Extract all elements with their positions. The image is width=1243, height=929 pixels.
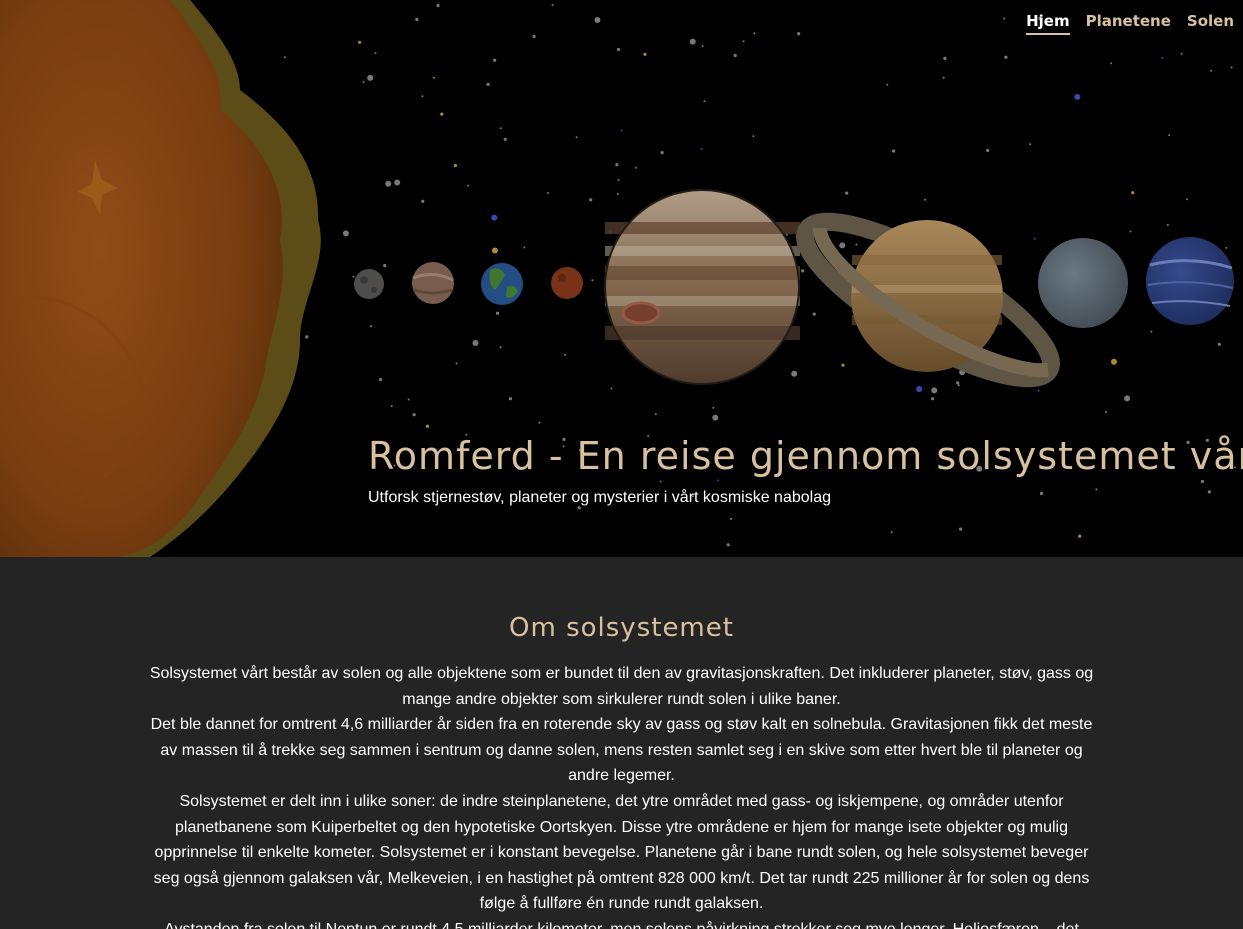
about-paragraph: Solsystemet er delt inn i ulike soner: d… — [153, 792, 1090, 913]
about-section: Om solsystemet Solsystemet vårt består a… — [0, 557, 1243, 929]
main-navigation: Hjem Planetene Solen — [1026, 12, 1234, 35]
nav-link-hjem[interactable]: Hjem — [1026, 12, 1070, 35]
nav-link-solen[interactable]: Solen — [1187, 12, 1234, 35]
about-heading: Om solsystemet — [509, 613, 734, 643]
hero-banner: Hjem Planetene Solen Romferd - En reise … — [0, 0, 1243, 557]
nav-link-planetene[interactable]: Planetene — [1086, 12, 1171, 35]
hero-subtitle: Utforsk stjernestøv, planeter og mysteri… — [368, 489, 831, 506]
about-paragraph: Solsystemet vårt består av solen og alle… — [149, 665, 1094, 708]
about-text: Solsystemet vårt består av solen og alle… — [142, 661, 1102, 929]
hero-title: Romferd - En reise gjennom solsystemet v… — [368, 434, 1243, 478]
about-paragraph: Avstanden fra solen til Neptun er rundt … — [142, 917, 1102, 929]
about-paragraph: Det ble dannet for omtrent 4,6 milliarde… — [150, 716, 1093, 785]
